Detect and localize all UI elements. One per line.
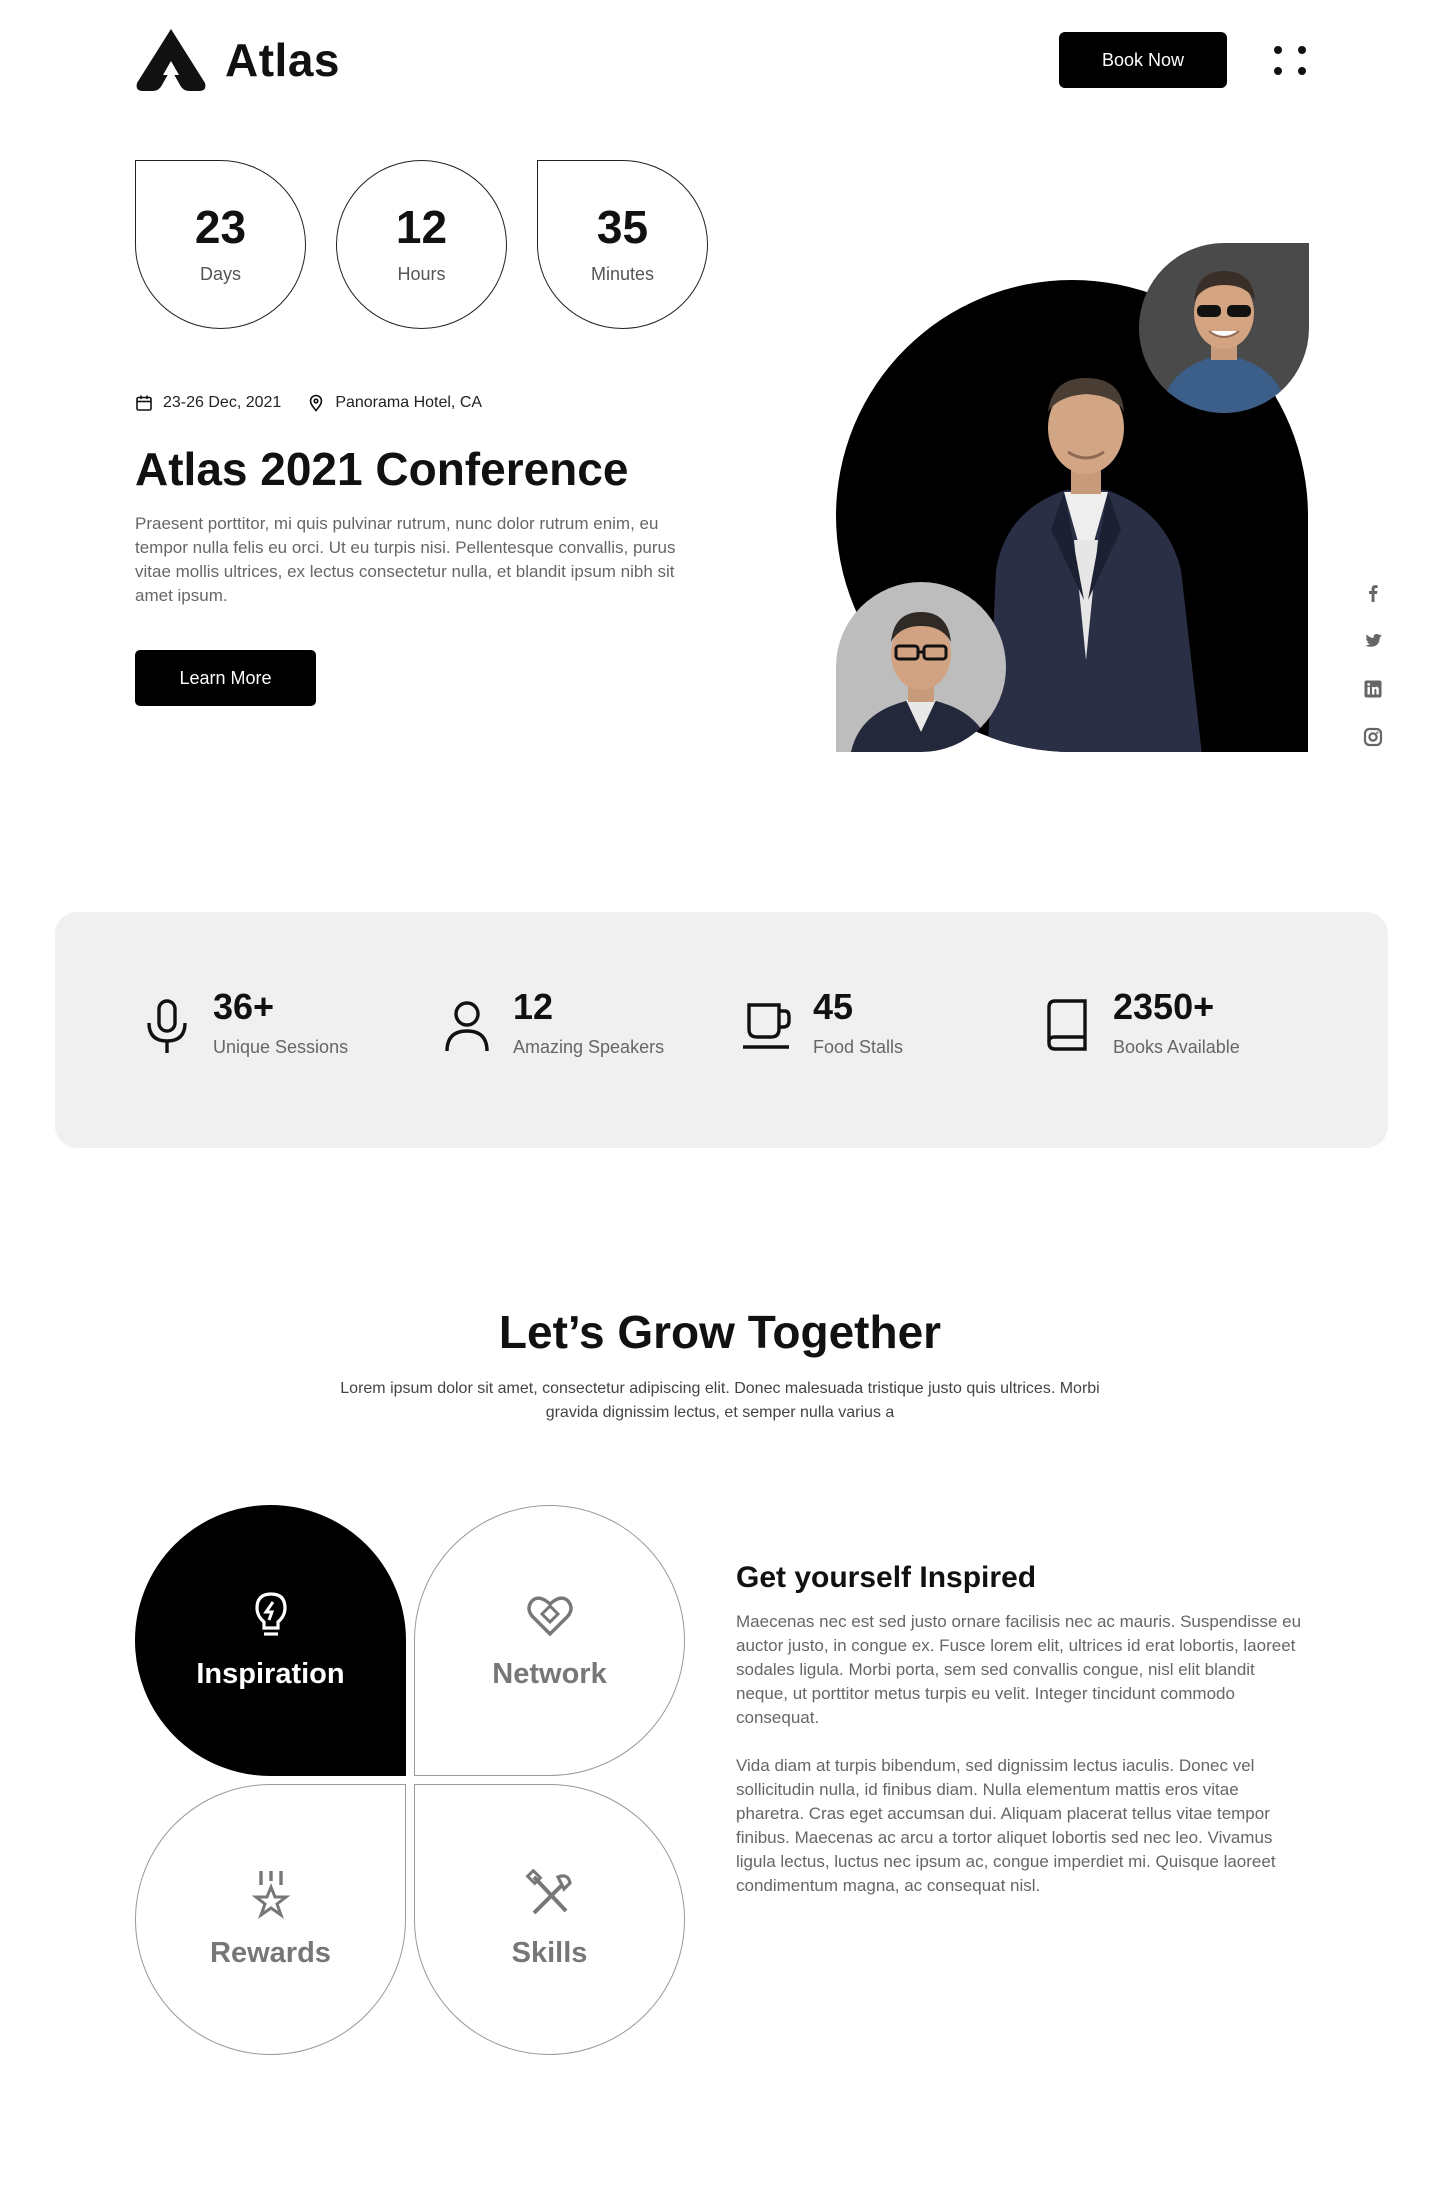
menu-dot [1298, 46, 1306, 54]
feature-rewards[interactable]: Rewards [135, 1784, 406, 2055]
inspire-paragraph: Vida diam at turpis bibendum, sed dignis… [736, 1756, 1276, 1895]
feature-label: Inspiration [196, 1658, 345, 1690]
countdown-value: 12 [395, 201, 448, 253]
learn-more-button[interactable]: Learn More [135, 650, 316, 706]
location-pin-icon [310, 394, 323, 412]
countdown-minutes: 35 Minutes [537, 160, 708, 329]
stat-value: 36+ [213, 986, 275, 1027]
book-now-button[interactable]: Book Now [1059, 32, 1227, 88]
brand-logo[interactable]: Atlas [135, 26, 340, 94]
stat-value: 12 [513, 986, 554, 1027]
speaker-avatar-bottom [836, 582, 1006, 752]
section-description: Lorem ipsum dolor sit amet, consectetur … [340, 1380, 1100, 1421]
user-icon [445, 1001, 489, 1052]
stat-value: 45 [813, 986, 854, 1027]
stat-label: Amazing Speakers [513, 1037, 665, 1057]
event-title: Atlas 2021 Conference [135, 443, 629, 495]
feature-label: Rewards [210, 1937, 331, 1969]
brand-name: Atlas [225, 34, 340, 86]
linkedin-icon[interactable] [1362, 678, 1384, 700]
countdown-hours: 12 Hours [336, 160, 507, 329]
stat-books: 2350+ Books Available [1041, 989, 1240, 1058]
book-icon [1047, 999, 1087, 1051]
atlas-logo-icon [136, 29, 206, 91]
stats-panel: 36+ Unique Sessions 12 Amazing Speakers … [55, 912, 1388, 1148]
stat-food: 45 Food Stalls [741, 989, 903, 1058]
hero-visual [836, 240, 1309, 752]
microphone-icon [147, 999, 187, 1053]
lightbulb-icon [254, 1592, 287, 1636]
menu-dot [1274, 67, 1282, 75]
feature-skills[interactable]: Skills [414, 1784, 685, 2055]
countdown-value: 35 [596, 201, 649, 253]
menu-dot [1274, 46, 1282, 54]
countdown-label: Minutes [590, 264, 655, 284]
heart-handshake-icon [526, 1596, 573, 1637]
countdown-label: Days [199, 264, 241, 284]
instagram-icon[interactable] [1362, 726, 1384, 748]
speaker-photo [1159, 271, 1289, 413]
twitter-icon[interactable] [1362, 630, 1384, 652]
menu-dots-icon[interactable] [1270, 44, 1306, 78]
event-location: Panorama Hotel, CA [335, 394, 483, 411]
event-meta: 23-26 Dec, 2021 Panorama Hotel, CA [135, 394, 482, 412]
event-description: Praesent porttitor, mi quis pulvinar rut… [135, 514, 676, 605]
inspire-title: Get yourself Inspired [736, 1561, 1037, 1594]
stat-sessions: 36+ Unique Sessions [141, 989, 348, 1058]
feature-label: Network [492, 1658, 607, 1690]
stat-speakers: 12 Amazing Speakers [441, 989, 664, 1058]
menu-dot [1298, 67, 1306, 75]
inspire-paragraph: Maecenas nec est sed justo ornare facili… [736, 1612, 1302, 1727]
feature-network[interactable]: Network [414, 1505, 685, 1776]
countdown-label: Hours [397, 264, 446, 284]
stat-label: Unique Sessions [213, 1037, 349, 1057]
speaker-photo [851, 612, 991, 752]
social-links [1362, 582, 1384, 748]
stat-label: Food Stalls [813, 1037, 904, 1057]
countdown-days: 23 Days [135, 160, 306, 329]
stat-value: 2350+ [1113, 986, 1215, 1027]
cup-icon [743, 1003, 791, 1049]
event-date: 23-26 Dec, 2021 [163, 394, 282, 411]
speaker-avatar-top [1139, 243, 1309, 413]
medal-icon [251, 1871, 290, 1919]
countdown-value: 23 [194, 201, 247, 253]
section-title: Let’s Grow Together [498, 1306, 942, 1358]
feature-inspiration[interactable]: Inspiration [135, 1505, 406, 1776]
tools-icon [525, 1869, 572, 1915]
calendar-icon [136, 395, 152, 411]
stat-label: Books Available [1113, 1037, 1240, 1057]
facebook-icon[interactable] [1362, 582, 1384, 604]
feature-label: Skills [511, 1937, 588, 1969]
countdown: 23 Days 12 Hours 35 Minutes [135, 160, 708, 329]
